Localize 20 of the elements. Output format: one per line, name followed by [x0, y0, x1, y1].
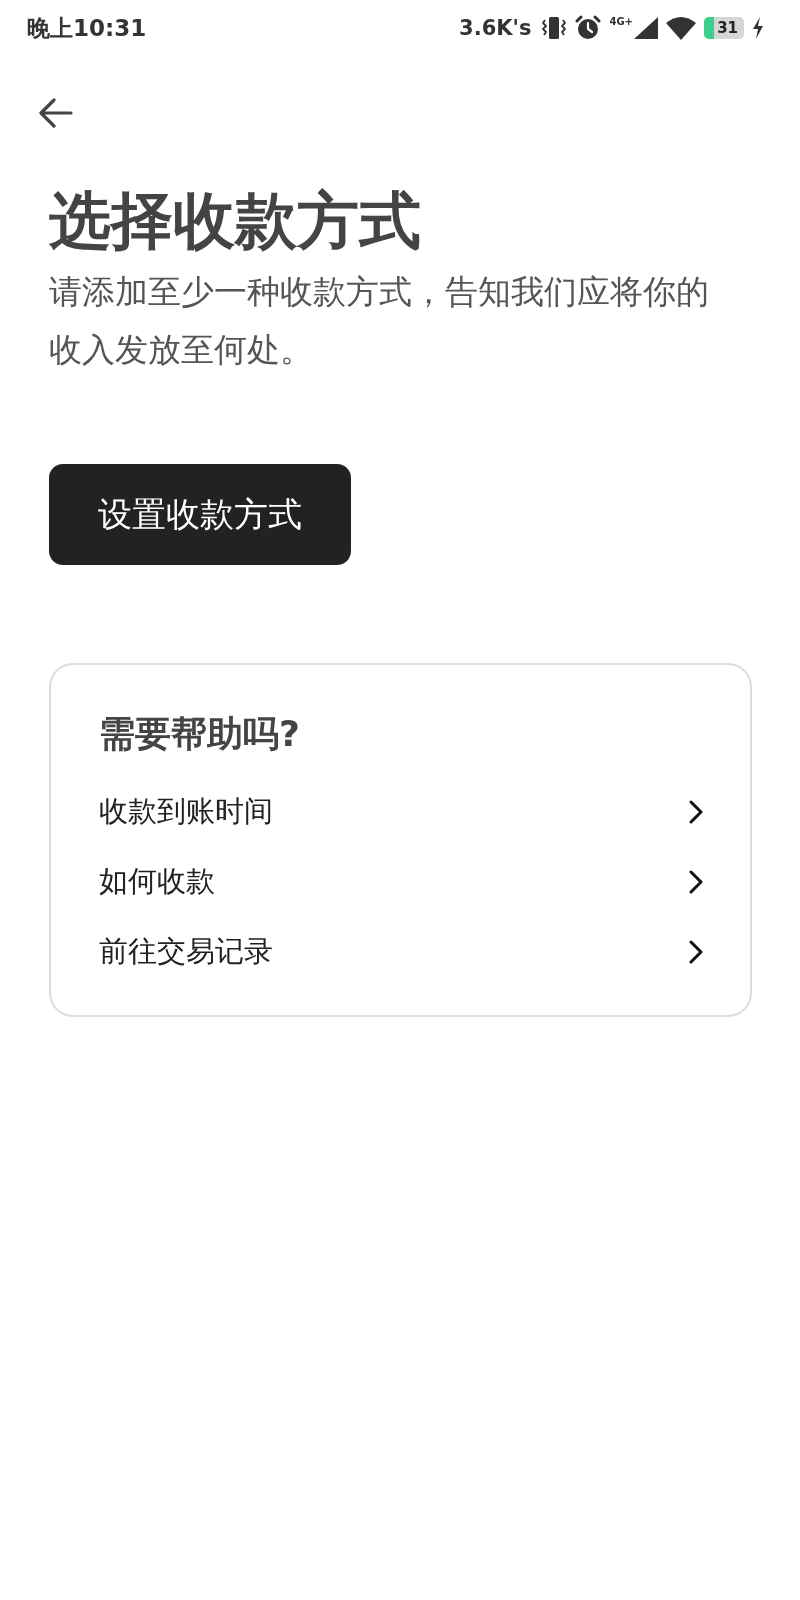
wifi-icon [666, 16, 696, 40]
chevron-right-icon [689, 870, 703, 894]
help-card-title: 需要帮助吗? [99, 712, 300, 756]
page-title: 选择收款方式 [49, 185, 421, 257]
network-speed: 3.6K's [459, 16, 532, 40]
chevron-right-icon [689, 940, 703, 964]
signal-icon [634, 17, 658, 39]
vibrate-icon [541, 15, 568, 41]
alarm-clock-icon [575, 15, 602, 41]
back-arrow-icon [39, 98, 73, 128]
status-time: 晚上10:31 [27, 13, 147, 43]
help-link-row[interactable]: 收款到账时间 [99, 777, 703, 847]
help-link-row[interactable]: 如何收款 [99, 847, 703, 917]
network-type: 4G+ [609, 17, 633, 27]
chevron-right-icon [689, 800, 703, 824]
page-description: 请添加至少一种收款方式，告知我们应将你的收入发放至何处。 [49, 271, 710, 371]
battery-icon: 31 [704, 17, 744, 39]
help-link-row[interactable]: 前往交易记录 [99, 917, 703, 987]
setup-payment-button[interactable]: 设置收款方式 [49, 464, 351, 565]
charging-bolt-icon [752, 17, 764, 39]
